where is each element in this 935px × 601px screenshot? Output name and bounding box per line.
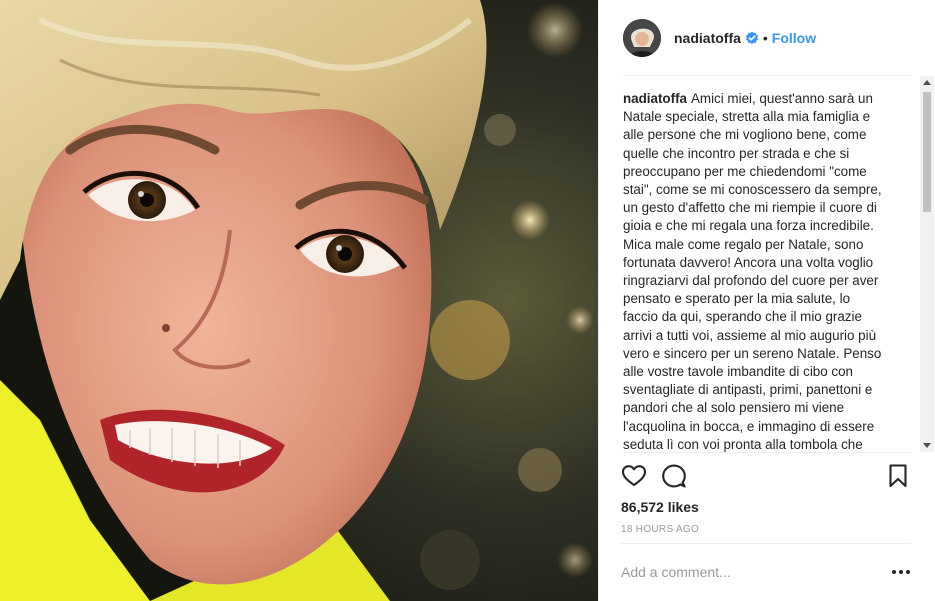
post-caption: nadiatoffa Amici miei, quest'anno sarà un… xyxy=(623,90,885,452)
post-timestamp[interactable]: 18 HOURS AGO xyxy=(621,524,699,535)
instagram-post: nadiatoffa • Follow nadiatoffa Amici miei… xyxy=(0,0,935,601)
follow-button[interactable]: Follow xyxy=(772,30,816,46)
post-photo[interactable] xyxy=(0,0,598,601)
post-side-panel: nadiatoffa • Follow nadiatoffa Amici miei… xyxy=(598,0,935,601)
comment-divider xyxy=(621,543,911,544)
portrait-image xyxy=(0,0,598,601)
caption-scrollbar[interactable] xyxy=(920,76,934,452)
comment-icon[interactable] xyxy=(661,463,687,489)
username-link[interactable]: nadiatoffa xyxy=(674,30,741,46)
avatar[interactable] xyxy=(623,19,661,57)
likes-count[interactable]: 86,572 likes xyxy=(621,499,699,515)
scroll-down-arrow-icon[interactable] xyxy=(923,443,931,448)
more-options-icon[interactable] xyxy=(890,564,912,580)
separator-dot: • xyxy=(762,30,768,46)
scrollbar-thumb[interactable] xyxy=(923,92,931,212)
post-header: nadiatoffa • Follow xyxy=(599,0,935,76)
caption-author-link[interactable]: nadiatoffa xyxy=(623,91,687,106)
actions-divider xyxy=(623,452,911,453)
heart-icon[interactable] xyxy=(621,463,647,489)
caption-scroll-area[interactable]: nadiatoffa Amici miei, quest'anno sarà un… xyxy=(599,76,935,452)
bookmark-icon[interactable] xyxy=(885,463,911,489)
comment-input[interactable] xyxy=(621,557,871,587)
scroll-up-arrow-icon[interactable] xyxy=(923,80,931,85)
verified-badge-icon xyxy=(745,31,759,45)
caption-text: Amici miei, quest'anno sarà un Natale sp… xyxy=(623,91,882,452)
action-bar xyxy=(621,463,914,491)
